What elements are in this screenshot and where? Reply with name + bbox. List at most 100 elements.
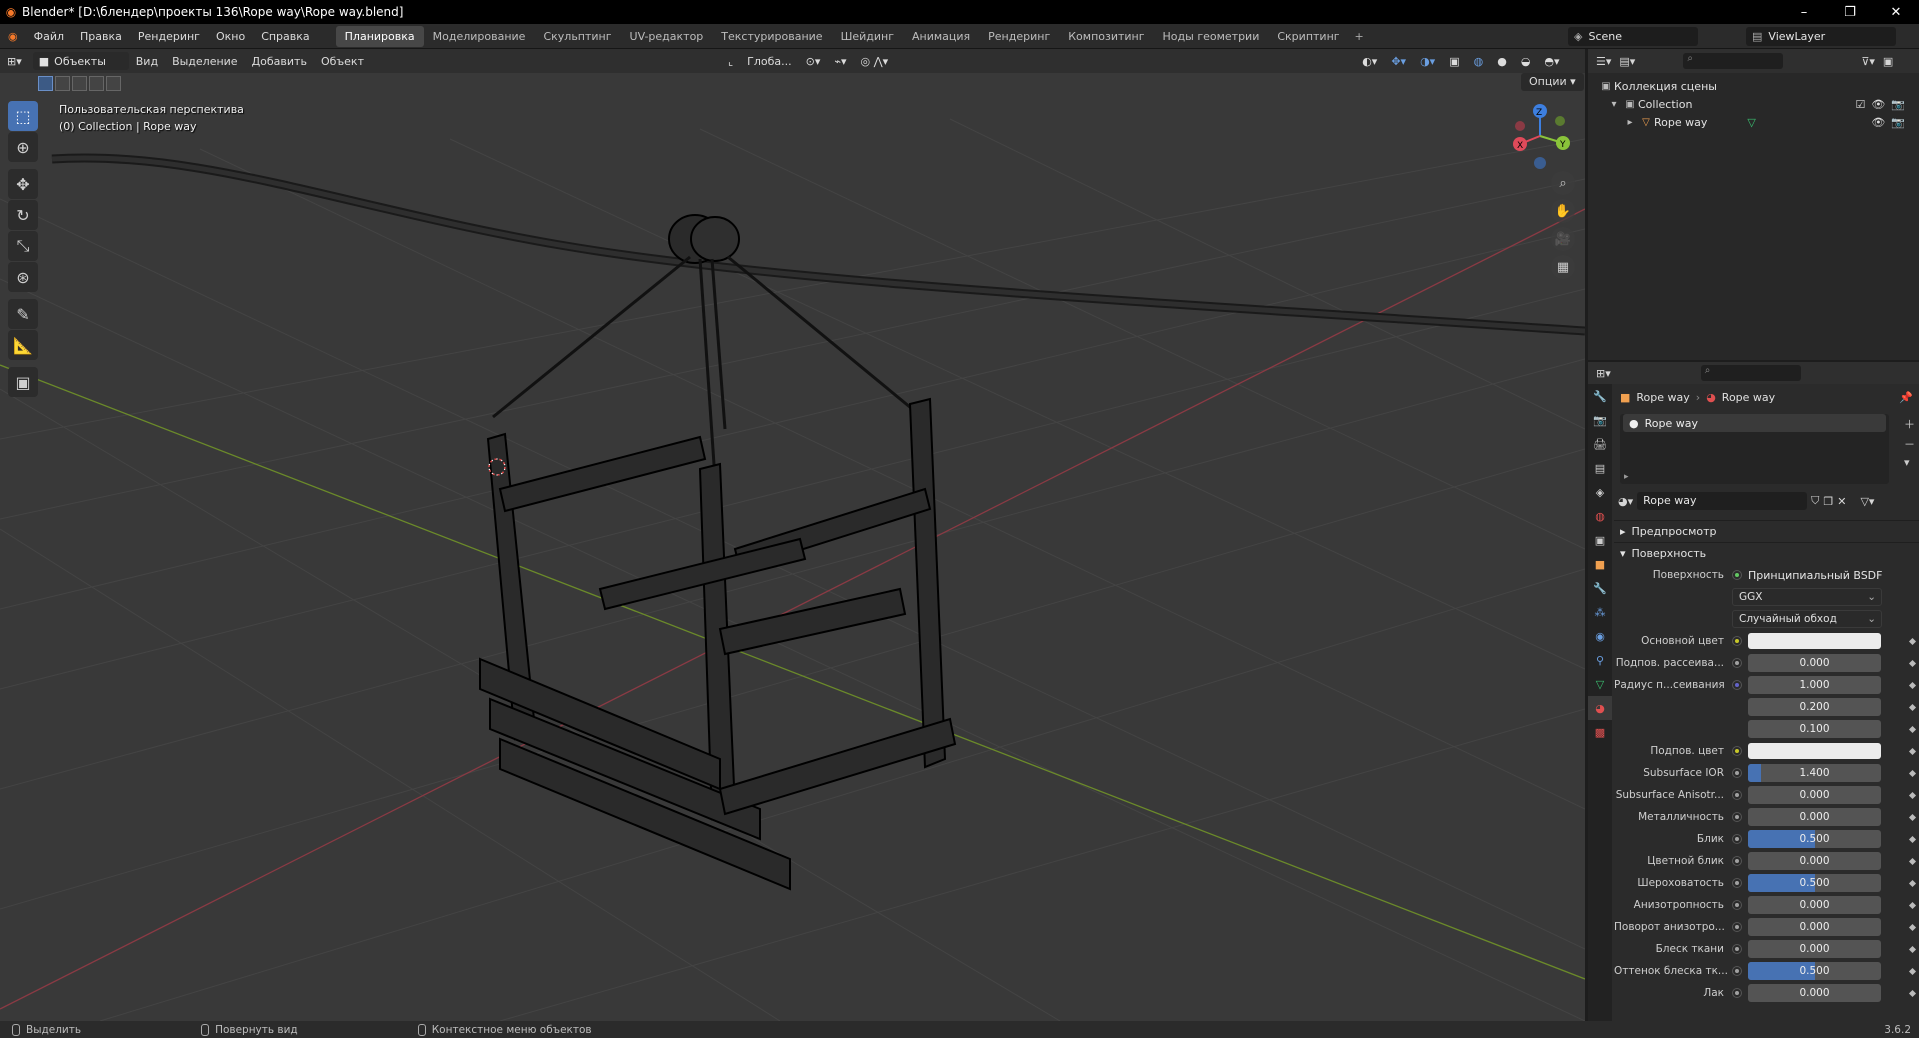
3d-viewport[interactable]: ⊞▾ ■ Объекты Вид Выделение Добавить Объе… [0, 49, 1585, 1021]
world-tab-icon[interactable]: ◍ [1588, 504, 1612, 528]
properties-search-input[interactable]: ⌕ [1700, 365, 1801, 381]
select-box-tool-icon[interactable]: ⬚ [8, 101, 38, 131]
output-tab-icon[interactable]: 🖨 [1588, 432, 1612, 456]
proportional-editing-icon[interactable]: ◎ ⋀▾ [854, 55, 896, 68]
keyframe-icon[interactable] [1908, 989, 1917, 997]
subsurface-method-select[interactable]: Случайный обход ⌄ [1732, 610, 1882, 628]
keyframe-icon[interactable] [1908, 879, 1917, 887]
tool-tab-icon[interactable]: 🔧 [1588, 384, 1612, 408]
duplicate-material-icon[interactable]: ❐ [1823, 495, 1833, 508]
value-slider[interactable]: 0.500 [1748, 830, 1881, 848]
keyframe-icon[interactable] [1908, 835, 1917, 843]
tab-animation[interactable]: Анимация [903, 26, 979, 47]
shading-rendered-icon[interactable]: ◓▾ [1537, 55, 1566, 68]
socket-icon[interactable] [1732, 944, 1742, 954]
tab-geometry-nodes[interactable]: Ноды геометрии [1154, 26, 1269, 47]
select-new-icon[interactable] [38, 76, 53, 91]
value-slider[interactable]: 0.200 [1748, 698, 1881, 716]
keyframe-icon[interactable] [1908, 857, 1917, 865]
value-slider[interactable]: 0.500 [1748, 962, 1881, 980]
value-slider[interactable]: 1.400 [1748, 764, 1881, 782]
fake-user-icon[interactable]: ⛉ [1811, 494, 1819, 508]
socket-icon[interactable] [1732, 768, 1742, 778]
transform-tool-icon[interactable]: ⊛ [8, 262, 38, 292]
editor-type-icon[interactable]: ⊞▾ [0, 55, 29, 68]
keyframe-icon[interactable] [1908, 637, 1917, 645]
tab-uv-editing[interactable]: UV-редактор [621, 26, 713, 47]
value-slider[interactable]: 0.000 [1748, 896, 1881, 914]
surface-shader-selector[interactable]: Принципиальный BSDF [1748, 569, 1882, 582]
snap-icon[interactable]: ⌁▾ [827, 55, 853, 68]
texture-tab-icon[interactable]: ▩ [1588, 720, 1612, 744]
keyframe-icon[interactable] [1908, 923, 1917, 931]
socket-icon[interactable] [1732, 658, 1742, 668]
material-tab-icon[interactable]: ◕ [1588, 696, 1612, 720]
color-swatch[interactable] [1748, 633, 1881, 649]
value-slider[interactable]: 0.000 [1748, 984, 1881, 1002]
socket-icon[interactable] [1732, 746, 1742, 756]
object-tab-icon[interactable]: ■ [1588, 552, 1612, 576]
menu-add[interactable]: Добавить [245, 55, 314, 68]
xray-toggle-icon[interactable]: ▣ [1442, 55, 1466, 68]
mode-selector[interactable]: ■ Объекты [32, 52, 129, 70]
menu-render[interactable]: Рендеринг [130, 24, 208, 49]
menu-edit[interactable]: Правка [72, 24, 130, 49]
data-tab-icon[interactable]: ▽ [1588, 672, 1612, 696]
remove-slot-button[interactable]: － [1904, 436, 1915, 452]
select-extend-icon[interactable] [55, 76, 70, 91]
scale-tool-icon[interactable]: ⤡ [8, 231, 38, 261]
value-slider[interactable]: 0.000 [1748, 940, 1881, 958]
selection-mode-buttons[interactable] [38, 76, 121, 91]
move-tool-icon[interactable]: ✥ [8, 169, 38, 199]
tab-texture-paint[interactable]: Текстурирование [712, 26, 831, 47]
pan-hand-icon[interactable]: ✋ [1551, 199, 1575, 223]
material-slot-item[interactable]: ● Rope way [1623, 414, 1886, 432]
tab-compositing[interactable]: Композитинг [1059, 26, 1153, 47]
tab-scripting[interactable]: Скриптинг [1268, 26, 1348, 47]
view-layer-selector[interactable]: ▤ ViewLayer [1746, 27, 1896, 46]
outliner-scene-collection[interactable]: ▣ Коллекция сцены [1588, 77, 1919, 95]
scene-tab-icon[interactable]: ◈ [1588, 480, 1612, 504]
minimize-button[interactable]: – [1781, 5, 1827, 20]
properties-editor-icon[interactable]: ⊞▾ [1588, 367, 1611, 380]
surface-panel-header[interactable]: ▾ Поверхность [1614, 542, 1919, 564]
shading-solid-icon[interactable]: ● [1490, 55, 1514, 68]
expand-arrow-icon[interactable]: ▸ [1622, 117, 1638, 128]
value-slider[interactable]: 0.000 [1748, 918, 1881, 936]
outliner-collection[interactable]: ▾ ▣ Collection ☑👁📷 [1588, 95, 1919, 113]
keyframe-icon[interactable] [1908, 769, 1917, 777]
outliner-object-rope-way[interactable]: ▸ ▽ Rope way ▽ 👁📷 [1588, 113, 1919, 131]
pivot-point-icon[interactable]: ⊙▾ [799, 55, 828, 68]
visibility-icon[interactable]: ◐▾ [1355, 55, 1384, 68]
annotate-tool-icon[interactable]: ✎ [8, 299, 38, 329]
keyframe-icon[interactable] [1908, 659, 1917, 667]
value-slider[interactable]: 0.500 [1748, 874, 1881, 892]
socket-icon[interactable] [1732, 856, 1742, 866]
scene-selector[interactable]: ◈ Scene [1568, 27, 1698, 46]
navigation-gizmo[interactable]: Z Y X [1505, 101, 1575, 171]
keyframe-icon[interactable] [1908, 747, 1917, 755]
cursor-tool-icon[interactable]: ⊕ [8, 132, 38, 162]
socket-icon[interactable] [1732, 790, 1742, 800]
menu-object[interactable]: Объект [314, 55, 371, 68]
add-cube-tool-icon[interactable]: ▣ [8, 367, 38, 397]
color-swatch[interactable] [1748, 743, 1881, 759]
menu-view[interactable]: Вид [129, 55, 165, 68]
keyframe-icon[interactable] [1908, 967, 1917, 975]
shader-socket-icon[interactable] [1732, 570, 1742, 580]
blender-menu-icon[interactable]: ◉ [0, 24, 26, 49]
collection-visibility-icons[interactable]: ☑👁📷 [1855, 98, 1911, 111]
value-slider[interactable]: 0.000 [1748, 852, 1881, 870]
select-invert-icon[interactable] [89, 76, 104, 91]
outliner-editor-icon[interactable]: ☰▾ [1596, 55, 1611, 68]
material-name-field[interactable]: Rope way [1637, 492, 1808, 510]
add-workspace-button[interactable]: + [1349, 30, 1370, 43]
slot-specials-icon[interactable]: ▾ [1904, 456, 1915, 469]
select-subtract-icon[interactable] [72, 76, 87, 91]
preview-panel-header[interactable]: ▸ Предпросмотр [1614, 520, 1919, 542]
view-layer-tab-icon[interactable]: ▤ [1588, 456, 1612, 480]
outliner-search-input[interactable]: ⌕ [1683, 53, 1784, 69]
zoom-icon[interactable]: ⌕ [1551, 171, 1575, 195]
keyframe-icon[interactable] [1908, 681, 1917, 689]
viewport-options-button[interactable]: Опции ▾ [1521, 73, 1584, 91]
